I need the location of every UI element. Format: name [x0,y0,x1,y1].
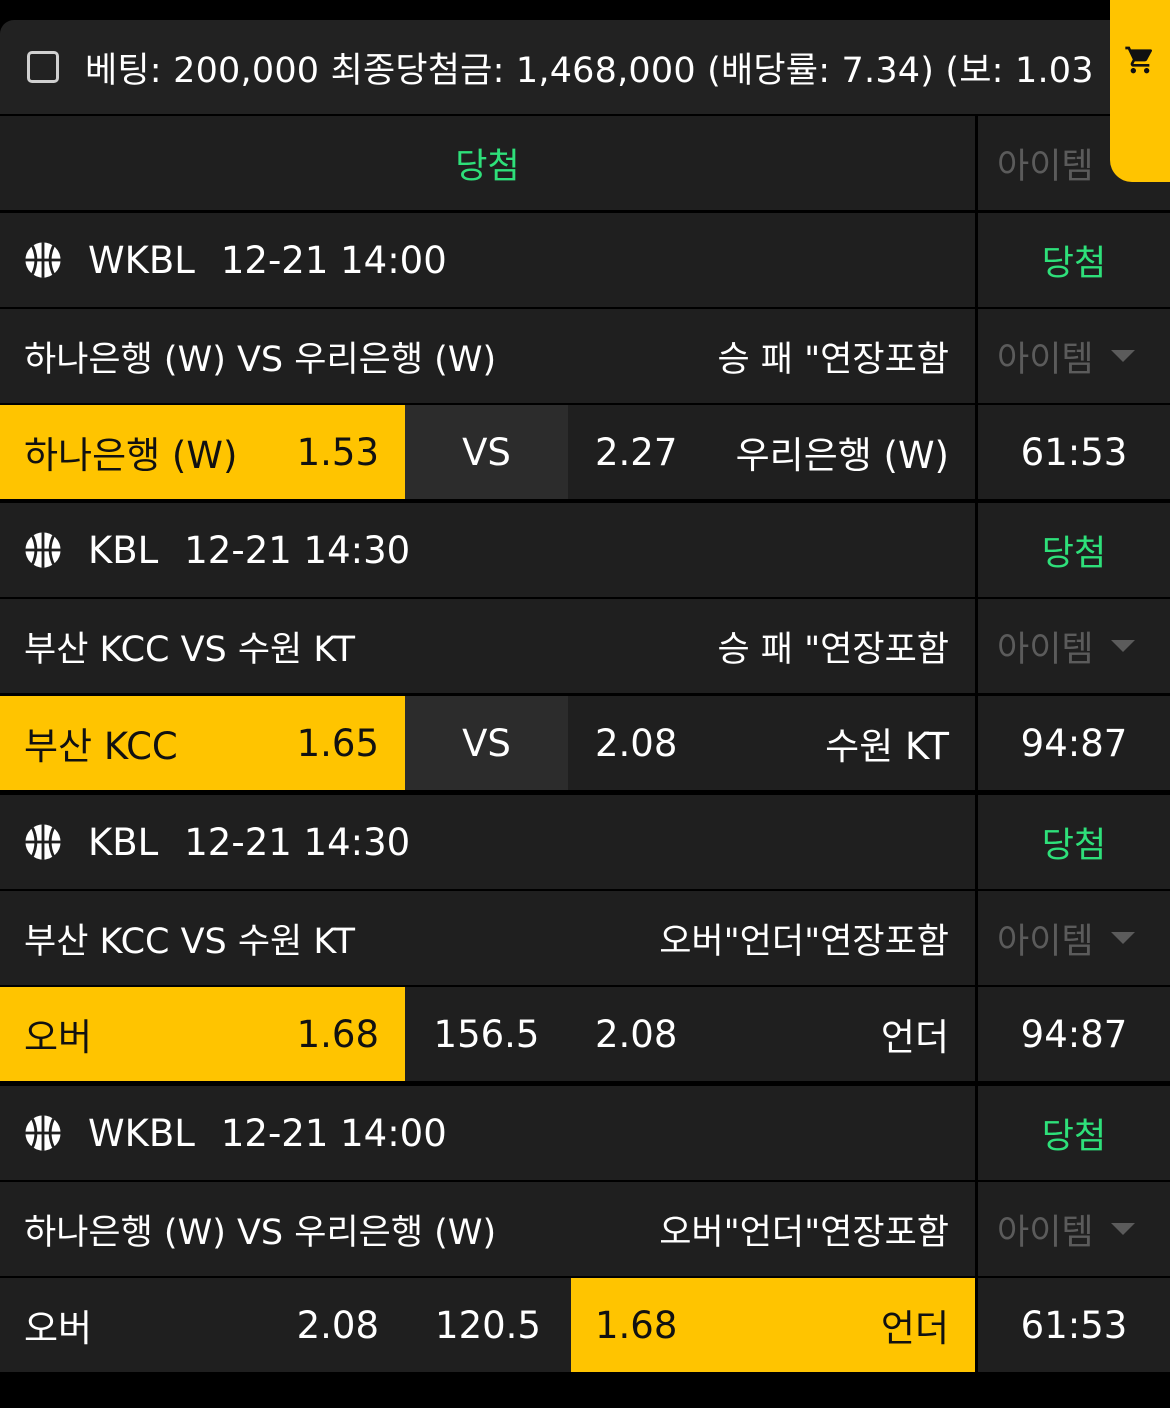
mid-cell: VS [405,696,568,790]
away-option-label: 언더 [880,1307,949,1350]
bet-matchup-row: 하나은행 (W) VS 우리은행 (W) 승 패 "연장포함 아이템 [0,309,1170,403]
away-option[interactable]: 2.08 수원 KT [568,696,975,790]
home-odds: 1.65 [296,721,379,765]
score: 61:53 [1020,1303,1128,1347]
match-datetime: 12-21 14:00 [220,1111,447,1155]
bet-odds-row: 하나은행 (W) 1.53 VS 2.27 우리은행 (W) 61:53 [0,405,1170,499]
away-odds: 1.68 [595,1303,678,1347]
basketball-icon [25,242,61,278]
mid-label: 120.5 [435,1303,541,1347]
home-odds: 1.68 [296,1012,379,1056]
chevron-down-icon [1110,932,1135,944]
item-dropdown-label: 아이템 [997,629,1094,670]
home-option-label: 부산 KCC [24,725,178,768]
cart-button[interactable] [1110,0,1170,182]
bet-odds-row: 부산 KCC 1.65 VS 2.08 수원 KT 94:87 [0,696,1170,790]
score-cell: 94:87 [975,696,1170,790]
home-option[interactable]: 부산 KCC 1.65 [0,696,405,790]
select-checkbox[interactable] [27,51,59,83]
home-option[interactable]: 하나은행 (W) 1.53 [0,405,405,499]
cart-icon [1125,46,1153,74]
basketball-icon [25,532,61,568]
market-text: 승 패 "연장포함 [717,629,949,670]
chevron-down-icon [1110,350,1135,362]
bet-matchup-row: 부산 KCC VS 수원 KT 오버"언더"연장포함 아이템 [0,891,1170,985]
result-header-row: 당첨 아이템 [0,116,1170,210]
score-cell: 94:87 [975,987,1170,1081]
league-name: WKBL [88,238,195,282]
result-header-label: 당첨 [455,146,520,187]
matchup-text: 하나은행 (W) VS 우리은행 (W) [24,1212,497,1253]
market-text: 오버"언더"연장포함 [659,1212,949,1253]
score-cell: 61:53 [975,405,1170,499]
home-option[interactable]: 오버 2.08 [0,1278,405,1372]
mid-label: 156.5 [433,1012,540,1056]
bet-status: 당첨 [1041,825,1107,866]
item-dropdown[interactable]: 아이템 [975,599,1170,693]
bet-odds-row: 오버 2.08 120.5 1.68 언더 61:53 [0,1278,1170,1372]
score: 94:87 [1020,721,1128,765]
home-odds: 1.53 [296,430,379,474]
basketball-icon [25,824,61,860]
mid-label: VS [462,430,511,474]
away-option-label: 수원 KT [825,725,949,768]
score-cell: 61:53 [975,1278,1170,1372]
market-text: 승 패 "연장포함 [717,339,949,380]
away-odds: 2.08 [595,721,678,765]
bet-matchup-row: 하나은행 (W) VS 우리은행 (W) 오버"언더"연장포함 아이템 [0,1182,1170,1276]
basketball-icon [25,1115,61,1151]
score: 61:53 [1020,430,1128,474]
matchup-text: 하나은행 (W) VS 우리은행 (W) [24,339,497,380]
item-header-label: 아이템 [997,146,1094,187]
home-option-label: 하나은행 (W) [24,434,238,477]
bet-status: 당첨 [1041,243,1107,284]
league-name: WKBL [88,1111,195,1155]
score: 94:87 [1020,1012,1128,1056]
away-option-label: 우리은행 (W) [735,434,949,477]
away-option[interactable]: 1.68 언더 [571,1278,975,1372]
bet-league-row: KBL 12-21 14:30 당첨 [0,795,1170,889]
home-option[interactable]: 오버 1.68 [0,987,405,1081]
bet-summary-text: 베팅: 200,000 최종당첨금: 1,468,000 (배당률: 7.34)… [85,50,1094,91]
item-dropdown-label: 아이템 [997,339,1094,380]
matchup-text: 부산 KCC VS 수원 KT [24,629,355,670]
league-name: KBL [88,528,159,572]
item-dropdown-label: 아이템 [997,1212,1094,1253]
away-option-label: 언더 [880,1016,949,1059]
item-dropdown[interactable]: 아이템 [975,891,1170,985]
mid-cell: 120.5 [405,1278,571,1372]
chevron-down-icon [1110,1223,1135,1235]
league-name: KBL [88,820,159,864]
bet-status: 당첨 [1041,533,1107,574]
bet-summary-bar: 베팅: 200,000 최종당첨금: 1,468,000 (배당률: 7.34)… [0,20,1170,114]
away-option[interactable]: 2.08 언더 [568,987,975,1081]
away-odds: 2.08 [595,1012,678,1056]
home-option-label: 오버 [24,1307,93,1350]
match-datetime: 12-21 14:00 [220,238,447,282]
mid-cell: VS [405,405,568,499]
market-text: 오버"언더"연장포함 [659,921,949,962]
bet-league-row: KBL 12-21 14:30 당첨 [0,503,1170,597]
away-option[interactable]: 2.27 우리은행 (W) [568,405,975,499]
match-datetime: 12-21 14:30 [184,528,411,572]
matchup-text: 부산 KCC VS 수원 KT [24,921,355,962]
bet-status: 당첨 [1041,1116,1107,1157]
bet-league-row: WKBL 12-21 14:00 당첨 [0,1086,1170,1180]
bet-league-row: WKBL 12-21 14:00 당첨 [0,213,1170,307]
away-odds: 2.27 [595,430,678,474]
bet-odds-row: 오버 1.68 156.5 2.08 언더 94:87 [0,987,1170,1081]
item-dropdown-label: 아이템 [997,921,1094,962]
mid-label: VS [462,721,511,765]
mid-cell: 156.5 [405,987,568,1081]
home-option-label: 오버 [24,1016,93,1059]
item-dropdown[interactable]: 아이템 [975,309,1170,403]
home-odds: 2.08 [296,1303,379,1347]
match-datetime: 12-21 14:30 [184,820,411,864]
item-dropdown[interactable]: 아이템 [975,1182,1170,1276]
chevron-down-icon [1110,640,1135,652]
bet-matchup-row: 부산 KCC VS 수원 KT 승 패 "연장포함 아이템 [0,599,1170,693]
